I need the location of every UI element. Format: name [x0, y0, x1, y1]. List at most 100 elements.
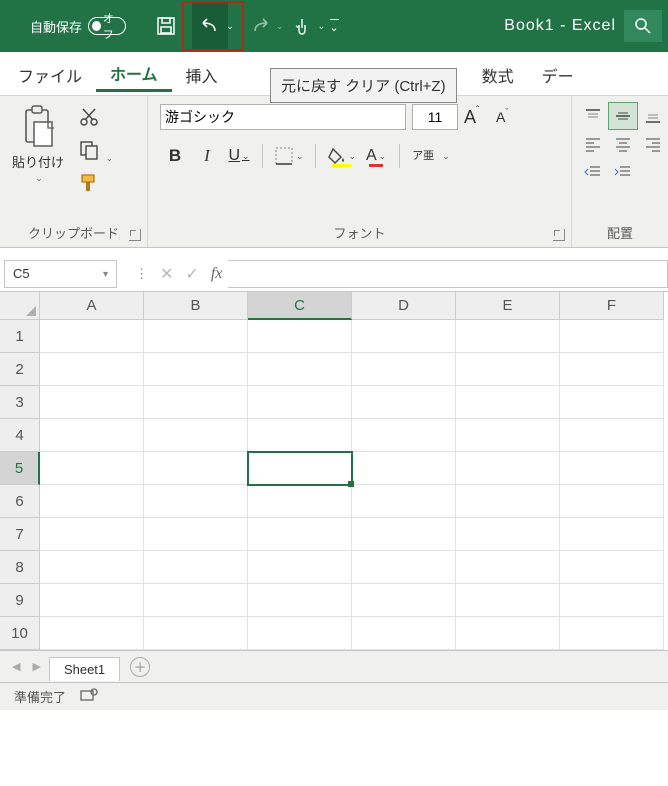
add-sheet-button[interactable]: ＋: [130, 657, 150, 677]
redo-button[interactable]: [242, 8, 278, 44]
tab-file[interactable]: ファイル: [4, 57, 96, 91]
tab-formulas[interactable]: 数式: [468, 57, 528, 91]
fx-button[interactable]: fx: [211, 265, 223, 283]
cell[interactable]: [456, 353, 560, 386]
fill-color-button[interactable]: ⌄: [324, 142, 360, 170]
cell[interactable]: [144, 551, 248, 584]
tab-data-partial[interactable]: デー: [528, 57, 574, 91]
cell[interactable]: [560, 617, 664, 650]
cell[interactable]: [560, 452, 664, 485]
cell[interactable]: [456, 386, 560, 419]
decrease-font-button[interactable]: Aˇ: [496, 109, 505, 125]
sheet-tab-1[interactable]: Sheet1: [49, 657, 120, 681]
row-header[interactable]: 2: [0, 353, 40, 386]
cell[interactable]: [560, 386, 664, 419]
cell[interactable]: [248, 452, 352, 485]
font-launcher[interactable]: [553, 229, 565, 241]
align-top[interactable]: [578, 102, 608, 130]
row-header[interactable]: 5: [0, 452, 40, 485]
cell[interactable]: [144, 485, 248, 518]
qat-customize[interactable]: ⌄: [325, 8, 343, 44]
sheet-nav-prev[interactable]: ◀: [8, 660, 24, 673]
cell[interactable]: [248, 386, 352, 419]
cell[interactable]: [456, 419, 560, 452]
cell[interactable]: [40, 320, 144, 353]
cell[interactable]: [352, 386, 456, 419]
cell[interactable]: [352, 617, 456, 650]
cell[interactable]: [352, 584, 456, 617]
cell[interactable]: [248, 485, 352, 518]
undo-dropdown[interactable]: ⌄: [226, 21, 234, 32]
cell[interactable]: [144, 353, 248, 386]
align-middle[interactable]: [608, 102, 638, 130]
font-name-select[interactable]: [160, 104, 406, 130]
cell[interactable]: [560, 485, 664, 518]
cell[interactable]: [352, 551, 456, 584]
cell[interactable]: [456, 551, 560, 584]
cell[interactable]: [144, 452, 248, 485]
copy-button[interactable]: ⌄: [78, 139, 113, 164]
sheet-nav-next[interactable]: ▶: [28, 660, 44, 673]
cell[interactable]: [144, 518, 248, 551]
row-header[interactable]: 9: [0, 584, 40, 617]
select-all-corner[interactable]: [0, 292, 40, 320]
cell[interactable]: [248, 320, 352, 353]
increase-indent[interactable]: [608, 158, 638, 186]
cell[interactable]: [352, 485, 456, 518]
search-button[interactable]: [624, 10, 662, 42]
row-header[interactable]: 4: [0, 419, 40, 452]
cell[interactable]: [560, 518, 664, 551]
cell[interactable]: [144, 386, 248, 419]
cell[interactable]: [560, 419, 664, 452]
cell[interactable]: [456, 320, 560, 353]
cell[interactable]: [456, 452, 560, 485]
format-painter-button[interactable]: [78, 172, 113, 197]
cell[interactable]: [40, 452, 144, 485]
column-header[interactable]: A: [40, 292, 144, 320]
cell[interactable]: [144, 617, 248, 650]
bold-button[interactable]: B: [160, 142, 190, 170]
row-header[interactable]: 7: [0, 518, 40, 551]
cell[interactable]: [40, 353, 144, 386]
cell[interactable]: [456, 485, 560, 518]
cell[interactable]: [248, 551, 352, 584]
cell[interactable]: [560, 353, 664, 386]
cell[interactable]: [456, 584, 560, 617]
cell[interactable]: [248, 353, 352, 386]
macro-record-icon[interactable]: [80, 688, 98, 705]
underline-button[interactable]: U⌄: [224, 142, 254, 170]
cell[interactable]: [456, 617, 560, 650]
increase-font-button[interactable]: Aˆ: [464, 107, 476, 128]
align-left[interactable]: [578, 130, 608, 158]
column-header[interactable]: F: [560, 292, 664, 320]
cell[interactable]: [40, 518, 144, 551]
row-header[interactable]: 1: [0, 320, 40, 353]
row-header[interactable]: 10: [0, 617, 40, 650]
column-header[interactable]: B: [144, 292, 248, 320]
tab-home[interactable]: ホーム: [96, 55, 172, 92]
tab-insert[interactable]: 挿入: [172, 57, 232, 91]
cell[interactable]: [352, 320, 456, 353]
align-right[interactable]: [638, 130, 668, 158]
align-bottom[interactable]: [638, 102, 668, 130]
italic-button[interactable]: I: [192, 142, 222, 170]
cell[interactable]: [352, 353, 456, 386]
cell[interactable]: [144, 419, 248, 452]
row-header[interactable]: 6: [0, 485, 40, 518]
cell[interactable]: [456, 518, 560, 551]
cell[interactable]: [40, 584, 144, 617]
cell[interactable]: [248, 617, 352, 650]
cell-options-icon[interactable]: ⋮: [135, 266, 148, 282]
formula-input[interactable]: [228, 260, 668, 288]
phonetic-button[interactable]: ア亜: [408, 142, 438, 170]
cut-button[interactable]: [78, 106, 113, 131]
column-header[interactable]: C: [248, 292, 352, 320]
undo-button[interactable]: [192, 3, 228, 49]
cell[interactable]: [560, 320, 664, 353]
confirm-edit-button[interactable]: ✓: [185, 264, 198, 284]
cell[interactable]: [352, 518, 456, 551]
row-header[interactable]: 8: [0, 551, 40, 584]
column-header[interactable]: D: [352, 292, 456, 320]
cell[interactable]: [248, 584, 352, 617]
cell[interactable]: [40, 551, 144, 584]
